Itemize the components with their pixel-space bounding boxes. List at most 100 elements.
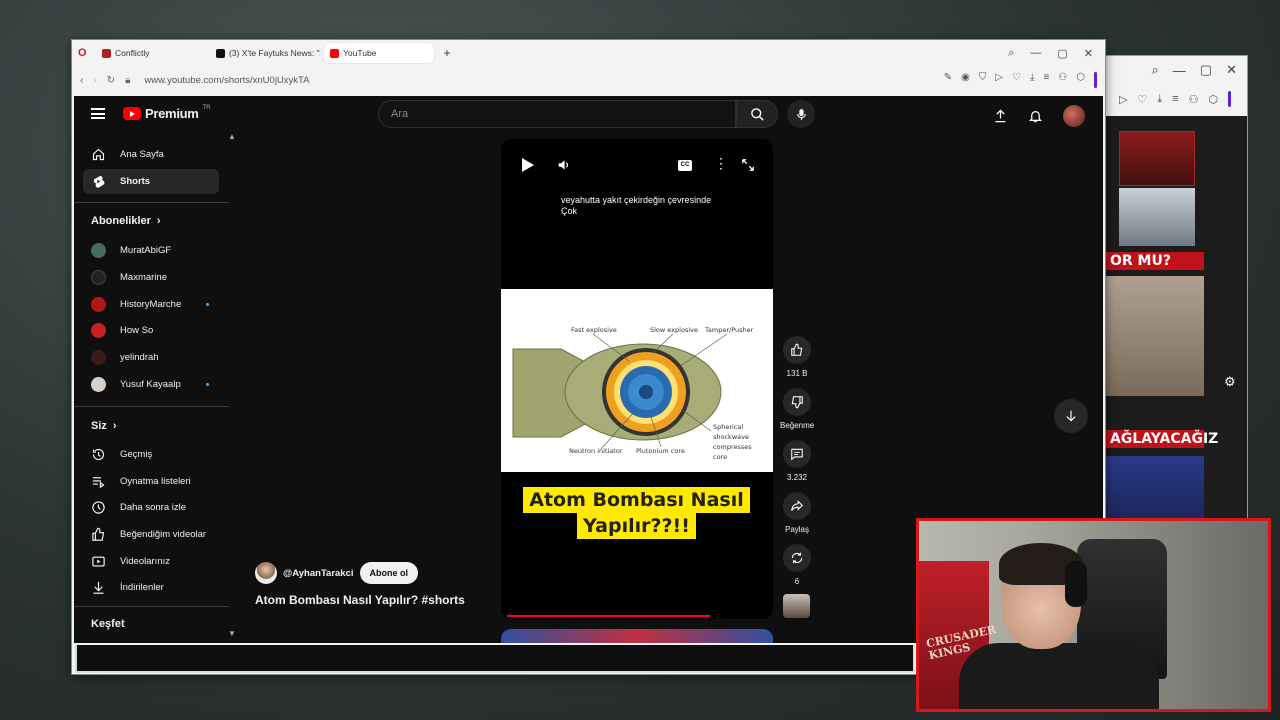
gear-icon[interactable]: ⚙ — [1224, 374, 1236, 390]
channel-handle[interactable]: @AyhanTarakci — [283, 568, 354, 579]
download-icon[interactable]: ⤓ — [1157, 93, 1162, 106]
sidebar-item-label: Beğendiğim videolar — [120, 529, 207, 540]
like-button[interactable] — [783, 336, 811, 364]
share-button[interactable] — [783, 492, 811, 520]
sidebar-subscription[interactable]: yelindrah — [83, 345, 219, 370]
like-action[interactable]: 131 B — [780, 336, 814, 378]
play-icon[interactable]: ▷ — [1119, 93, 1127, 106]
back-icon[interactable]: ‹ — [80, 75, 83, 86]
sidebar-item-home[interactable]: Ana Sayfa — [83, 142, 219, 167]
tab-conflictly[interactable]: Conflictly — [96, 43, 206, 63]
extension-icon[interactable]: ⬡ — [1209, 93, 1219, 106]
download-icon[interactable]: ⤓ — [1030, 72, 1034, 88]
subscriptions-heading[interactable]: Abonelikler › — [91, 215, 161, 227]
next-short-button[interactable] — [1054, 399, 1088, 433]
comments-button[interactable] — [783, 440, 811, 468]
sidebar-item-watch-later[interactable]: Daha sonra izle — [83, 495, 219, 520]
sidebar-item-playlists[interactable]: Oynatma listeleri — [83, 469, 219, 494]
label-spherical: Spherical — [713, 423, 744, 431]
fullscreen-icon[interactable] — [741, 158, 755, 172]
user-icon[interactable]: ⚇ — [1189, 93, 1199, 106]
forward-icon[interactable]: › — [93, 75, 96, 86]
playback-progress-bar[interactable] — [507, 615, 710, 617]
url-field[interactable]: www.youtube.com/shorts/xnU0jUxykTA — [144, 75, 309, 86]
new-tab-icon[interactable]: + — [438, 46, 456, 60]
play-icon[interactable]: ▷ — [995, 72, 1003, 88]
next-short-preview[interactable] — [501, 629, 773, 643]
minimize-icon[interactable]: — — [1173, 63, 1186, 78]
close-icon[interactable]: ✕ — [1226, 62, 1237, 78]
sidebar-scroll-down-icon[interactable]: ▼ — [228, 629, 236, 638]
explore-heading: Keşfet — [91, 618, 125, 630]
sidebar-subscription[interactable]: HistoryMarche — [83, 292, 219, 317]
sidebar-scroll-up-icon[interactable]: ▲ — [228, 132, 236, 141]
youtube-header: Premium TR Ara — [74, 96, 1103, 136]
dislike-action[interactable]: Beğenme — [780, 388, 814, 430]
upload-icon[interactable] — [993, 108, 1008, 124]
label-tamper-pusher: Tamper/Pusher — [705, 326, 754, 334]
sidebar-item-your-videos[interactable]: Videolarınız — [83, 549, 219, 574]
play-icon[interactable] — [522, 158, 534, 172]
search-button[interactable] — [736, 100, 778, 128]
tab-x-faytuks[interactable]: (3) X'te Faytuks News: "A — [210, 43, 320, 63]
opera-logo-icon[interactable]: O — [78, 47, 92, 59]
subscribe-button[interactable]: Abone ol — [359, 562, 419, 584]
sidebar-subscription[interactable]: How So — [83, 318, 219, 343]
voice-search-button[interactable] — [787, 100, 815, 128]
address-bar-icons: ✎ ◉ ⛉ ▷ ♡ ⤓ ≡ ⚇ ⬡ — [944, 72, 1105, 88]
sidebar-item-downloads[interactable]: İndirilenler — [83, 575, 219, 600]
address-bar: ‹ › ↻ 🔒︎ www.youtube.com/shorts/xnU0jUxy… — [72, 66, 1105, 94]
search-input[interactable]: Ara — [378, 100, 736, 128]
label-plutonium-core: Plutonium core — [636, 447, 685, 455]
search-tabs-icon[interactable]: ⌕ — [1008, 47, 1014, 60]
channel-thumbnail[interactable] — [783, 594, 810, 618]
shield-icon[interactable]: ⛉ — [979, 72, 987, 88]
tab-youtube[interactable]: YouTube — [324, 43, 434, 63]
youtube-premium-logo[interactable]: Premium TR — [123, 105, 211, 121]
search-icon[interactable]: ⌕ — [1152, 62, 1159, 78]
sidebar-item-shorts[interactable]: Shorts — [83, 169, 219, 194]
minimize-icon[interactable]: — — [1030, 47, 1041, 60]
sidebar-item-liked-videos[interactable]: Beğendiğim videolar — [83, 522, 219, 547]
dislike-button[interactable] — [783, 388, 811, 416]
label-shockwave: shockwave — [713, 433, 749, 441]
maximize-icon[interactable]: ▢ — [1200, 62, 1212, 78]
camera-icon[interactable]: ◉ — [961, 72, 970, 88]
video-caption: Atom Bombası Nasıl Yapılır??!! — [521, 487, 752, 539]
new-content-dot — [206, 383, 209, 386]
notifications-bell-icon[interactable] — [1028, 108, 1043, 124]
captions-icon[interactable]: CC — [678, 160, 692, 171]
more-options-icon[interactable]: ⋮ — [714, 156, 728, 170]
sidebar-subscription[interactable]: MuratAbiGF — [83, 238, 219, 263]
short-video-player[interactable]: CC ⋮ veyahutta yakıt çekirdeğin çevresin… — [501, 139, 773, 619]
account-avatar[interactable] — [1063, 105, 1085, 127]
sidebar-item-history[interactable]: Geçmiş — [83, 442, 219, 467]
reload-icon[interactable]: ↻ — [107, 75, 115, 86]
maximize-icon[interactable]: ▢ — [1057, 47, 1067, 60]
menu-icon[interactable]: ≡ — [1172, 93, 1178, 105]
browser-bottom-edge — [75, 645, 915, 673]
heart-icon[interactable]: ♡ — [1012, 72, 1021, 88]
channel-avatar[interactable] — [255, 562, 277, 584]
hamburger-menu-icon[interactable] — [91, 108, 105, 119]
comments-action[interactable]: 3.232 — [780, 440, 814, 482]
sidebar-indicator — [1094, 72, 1097, 88]
extension-icon[interactable]: ⬡ — [1076, 72, 1085, 88]
share-action[interactable]: Paylaş — [780, 492, 814, 534]
edit-icon[interactable]: ✎ — [944, 72, 952, 88]
lock-icon: 🔒︎ — [125, 74, 131, 86]
user-icon[interactable]: ⚇ — [1058, 72, 1067, 88]
sidebar-subscription[interactable]: Yusuf Kayaalp — [83, 372, 219, 397]
header-actions — [993, 105, 1085, 127]
sidebar-divider — [74, 406, 229, 407]
remix-action[interactable]: 6 — [780, 544, 814, 586]
menu-icon[interactable]: ≡ — [1043, 72, 1049, 88]
tab-label: Conflictly — [115, 48, 150, 58]
remix-button[interactable] — [783, 544, 811, 572]
close-icon[interactable]: ✕ — [1084, 47, 1093, 60]
you-heading[interactable]: Siz › — [91, 420, 117, 432]
volume-icon[interactable] — [557, 158, 571, 172]
sidebar-subscription[interactable]: Maxmarine — [83, 265, 219, 290]
heart-icon[interactable]: ♡ — [1137, 93, 1147, 106]
video-title[interactable]: Atom Bombası Nasıl Yapılır? #shorts — [255, 593, 465, 607]
